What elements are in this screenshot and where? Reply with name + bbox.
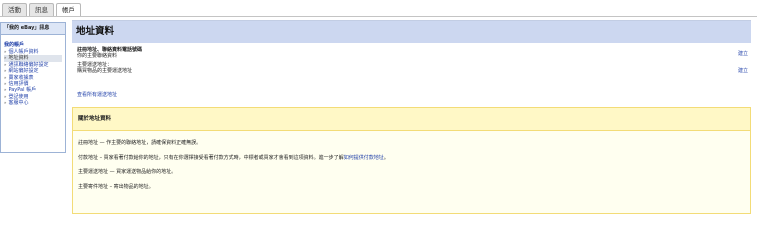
page-header: 地址資料 [72, 20, 751, 43]
about-paragraph-registration: 註冊地址 — 作主要的聯絡地址，請確保資料正確無誤。 [78, 140, 745, 146]
about-paragraph-text: 主要寄件地址 – 寄出物品的地址。 [78, 183, 154, 190]
sidebar-item-help[interactable]: 客服中心 [4, 100, 62, 106]
shipping-address-description: 購買物品的主要運送地址 [77, 68, 133, 74]
tab-activity[interactable]: 活動 [2, 3, 27, 16]
tab-divider [0, 16, 757, 17]
page-title: 地址資料 [76, 26, 115, 37]
about-panel-body: 註冊地址 — 作主要的聯絡地址，請確保資料正確無誤。 付款地址 – 買家看著付款… [73, 131, 750, 190]
sidebar-nav: 我的帳戶 個人帳戶資料 地址資料 通訊聯絡偏好設定 網站偏好設定 賣家收據表 信… [0, 35, 66, 153]
about-paragraph-suffix: 。 [383, 154, 389, 161]
about-paragraph-text: 主要運送地址 — 買家運送物品給你的地址。 [78, 169, 177, 175]
create-shipping-address-link[interactable]: 建立 [738, 67, 748, 74]
main-content: 地址資料 註冊地址、聯絡資料電話號碼 你的主要聯絡資料 主要運送地址： 購買物品… [72, 20, 751, 214]
about-paragraph-text: 付款地址 – 買家看著付款給你的地址，只有在你選擇接受看著付款方式時，中標者或買… [78, 154, 344, 161]
sidebar-section-title[interactable]: 我的帳戶 [4, 41, 62, 48]
sidebar-list: 個人帳戶資料 地址資料 通訊聯絡偏好設定 網站偏好設定 賣家收據表 信用評價 P… [4, 49, 62, 107]
payment-address-help-link[interactable]: 如何提供付款地址 [344, 155, 384, 161]
sidebar-header: 「我的 eBay」訊息 [0, 22, 66, 35]
about-paragraph-text: 註冊地址 — 作主要的聯絡地址，請確保資料正確無誤。 [78, 140, 202, 146]
create-registration-address-link[interactable]: 建立 [738, 50, 748, 57]
address-section: 註冊地址、聯絡資料電話號碼 你的主要聯絡資料 主要運送地址： 購買物品的主要運送… [72, 43, 751, 87]
about-panel-title: 關於地址資料 [73, 108, 750, 131]
about-address-panel: 關於地址資料 註冊地址 — 作主要的聯絡地址，請確保資料正確無誤。 付款地址 –… [72, 107, 751, 214]
view-all-shipping-addresses-link[interactable]: 查看所有運送地址 [72, 91, 751, 105]
about-paragraph-payment: 付款地址 – 買家看著付款給你的地址，只有在你選擇接受看著付款方式時，中標者或買… [78, 155, 745, 161]
sidebar: 「我的 eBay」訊息 我的帳戶 個人帳戶資料 地址資料 通訊聯絡偏好設定 網站… [0, 22, 66, 164]
tab-messages[interactable]: 訊息 [29, 3, 54, 16]
about-paragraph-shipping: 主要運送地址 — 買家運送物品給你的地址。 [78, 169, 745, 175]
about-paragraph-sending: 主要寄件地址 – 寄出物品的地址。 [78, 184, 745, 190]
tab-account[interactable]: 帳戶 [56, 3, 81, 17]
tab-bar: 活動 訊息 帳戶 [2, 3, 81, 17]
